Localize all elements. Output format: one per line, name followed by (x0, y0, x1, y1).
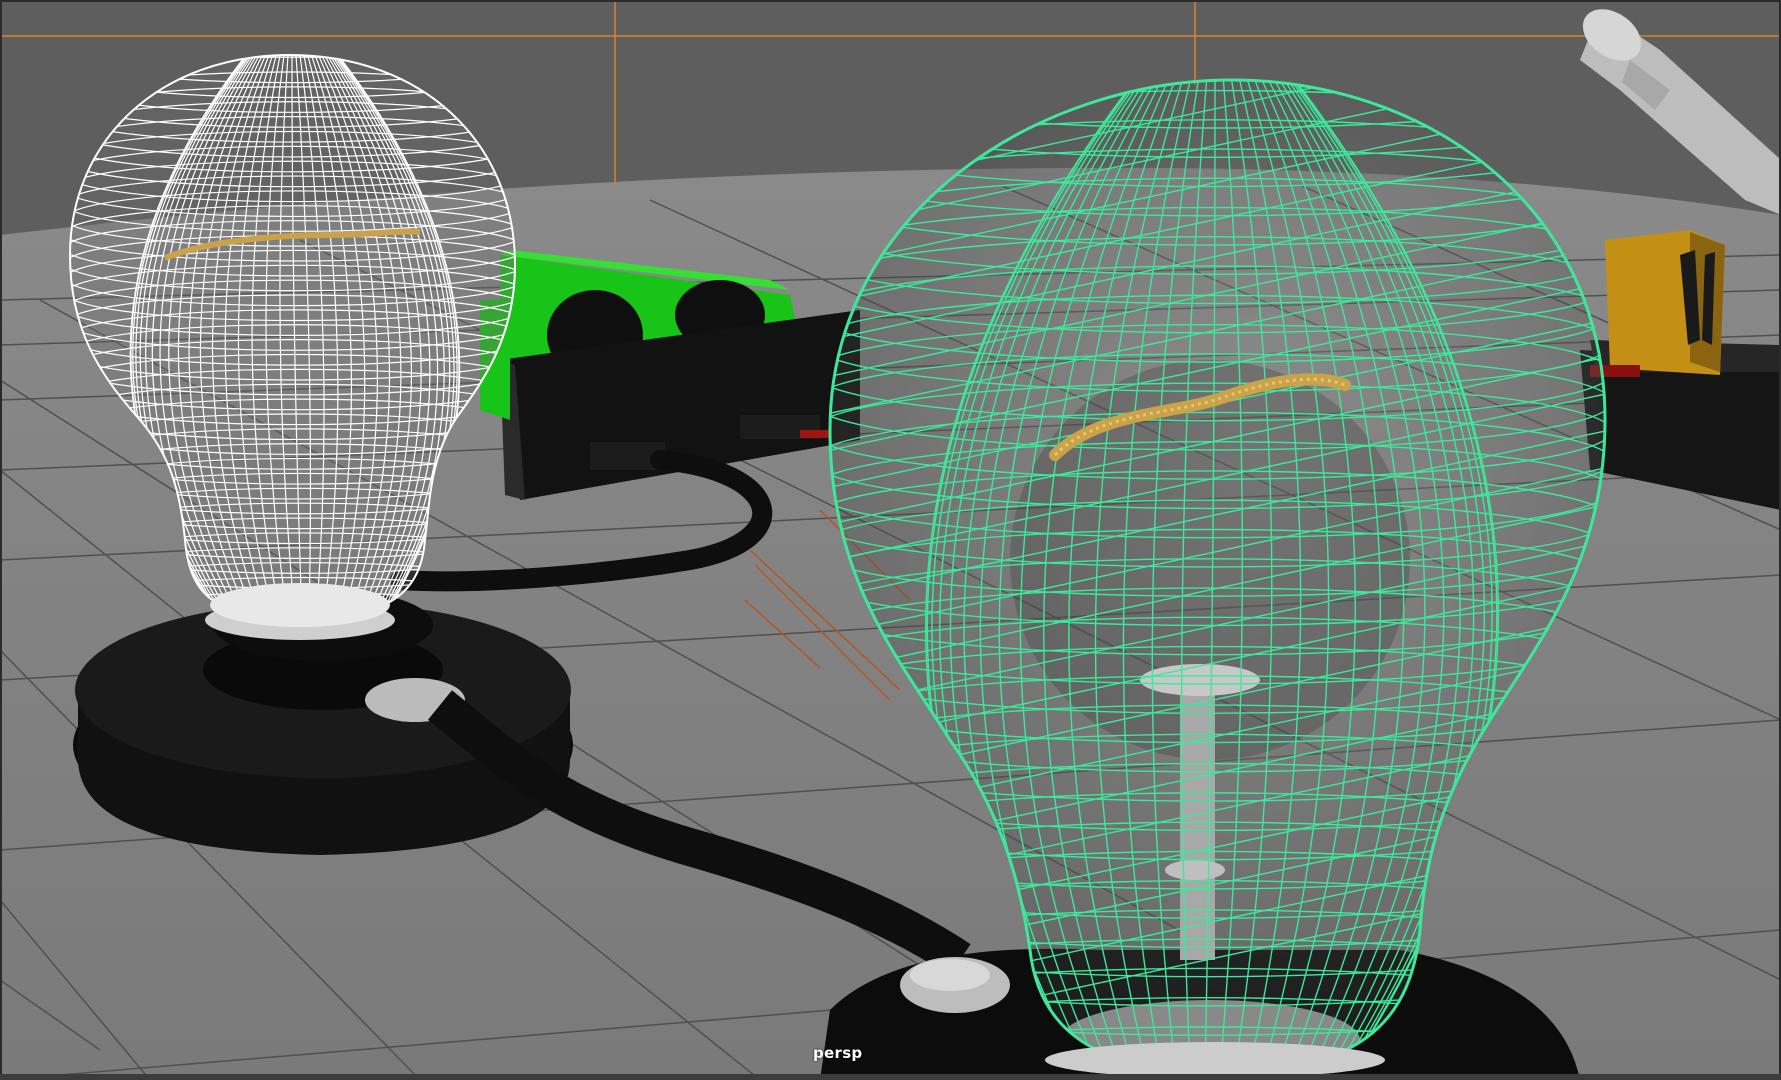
viewport-bottom-border (0, 1074, 1781, 1080)
camera-label: persp (813, 1044, 863, 1062)
viewport-canvas[interactable] (0, 0, 1781, 1080)
socket-left[interactable] (73, 589, 573, 855)
3d-viewport[interactable]: persp (0, 0, 1781, 1080)
